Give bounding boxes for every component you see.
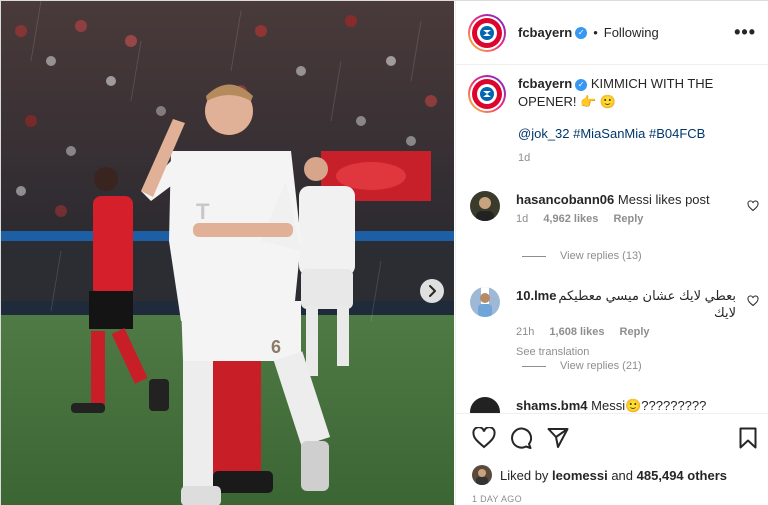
view-replies-button[interactable]: View replies (13): [522, 250, 642, 262]
comment-time: 1d: [516, 213, 529, 225]
post-header: fcbayern ✓ • Following •••: [456, 1, 768, 65]
football-match-photo: 6 T: [1, 1, 454, 505]
commenter-avatar[interactable]: [470, 397, 500, 413]
comment-likes[interactable]: 4,962 likes: [543, 213, 598, 225]
verified-badge-icon: ✓: [575, 26, 588, 39]
view-replies-button[interactable]: View replies (21): [522, 360, 642, 372]
post-photo[interactable]: 6 T: [1, 1, 454, 505]
commenter-username[interactable]: 10.lme: [516, 287, 556, 321]
post-details-panel: fcbayern ✓ • Following ••• fcbayern ✓ KIM…: [455, 1, 768, 505]
bookmark-icon[interactable]: [739, 427, 757, 449]
instagram-post-window: 6 T fcbayern ✓ • Following ••• fcbayern …: [0, 0, 768, 505]
comment-heart-icon[interactable]: [747, 295, 759, 307]
comment-clip: shams.bm4 Messi🙂?????????: [456, 393, 768, 413]
liked-by-others[interactable]: 485,494 others: [637, 468, 727, 483]
share-icon[interactable]: [547, 427, 569, 449]
commenter-username[interactable]: shams.bm4: [516, 398, 588, 413]
view-replies-label: View replies (21): [560, 360, 642, 372]
caption-avatar[interactable]: [468, 75, 506, 113]
next-photo-button[interactable]: [420, 279, 444, 303]
fcbayern-avatar[interactable]: [468, 13, 506, 52]
comment-time: 21h: [516, 326, 535, 338]
caption-time: 1d: [518, 152, 531, 164]
comment-text: بعطي لايك عشان ميسي معطيكم لايك: [558, 288, 736, 320]
view-replies-label: View replies (13): [560, 250, 642, 262]
comment-text: Messi likes post: [617, 192, 710, 207]
comment-likes[interactable]: 1,608 likes: [549, 326, 604, 338]
commenter-avatar[interactable]: [470, 191, 500, 221]
post-author-username[interactable]: fcbayern: [518, 25, 572, 40]
commenter-username[interactable]: hasancobann06: [516, 192, 614, 207]
fcbayern-logo-icon: [472, 79, 502, 109]
post-action-bar: [456, 413, 768, 461]
liked-by-connector: and: [611, 467, 634, 483]
leomessi-avatar[interactable]: [472, 465, 492, 485]
separator-dot: •: [593, 25, 598, 40]
caption-tags[interactable]: @jok_32 #MiaSanMia #B04FCB: [518, 125, 764, 143]
post-date: 1 DAY AGO: [472, 494, 522, 504]
fcbayern-logo-icon: [472, 17, 502, 48]
svg-text:6: 6: [271, 337, 281, 357]
liked-by-line: Liked by leomessi and 485,494 others: [472, 465, 727, 485]
reply-button[interactable]: Reply: [613, 213, 643, 225]
liked-by-prefix: Liked by: [500, 467, 549, 483]
comment-item: hasancobann06 Messi likes post 1d 4,962 …: [470, 191, 766, 228]
heart-icon[interactable]: [472, 427, 496, 449]
comment-heart-icon[interactable]: [747, 200, 759, 212]
caption-username[interactable]: fcbayern: [518, 76, 572, 91]
post-caption: fcbayern ✓ KIMMICH WITH THE OPENER! 👉 🙂 @…: [468, 75, 764, 167]
more-options-icon[interactable]: •••: [734, 23, 756, 41]
comment-item: shams.bm4 Messi🙂?????????: [470, 397, 766, 413]
comment-item: 10.lme بعطي لايك عشان ميسي معطيكم لايك 2…: [470, 287, 766, 361]
following-button[interactable]: Following: [604, 25, 659, 40]
reply-button[interactable]: Reply: [620, 326, 650, 338]
verified-badge-icon: ✓: [575, 78, 588, 91]
commenter-avatar[interactable]: [470, 287, 500, 317]
svg-text:T: T: [196, 199, 210, 224]
next-arrow-icon: [429, 285, 436, 297]
liked-by-user[interactable]: leomessi: [552, 468, 608, 483]
see-translation-button[interactable]: See translation: [516, 344, 736, 361]
comment-icon[interactable]: [509, 427, 532, 449]
comment-text: Messi🙂?????????: [591, 398, 707, 413]
